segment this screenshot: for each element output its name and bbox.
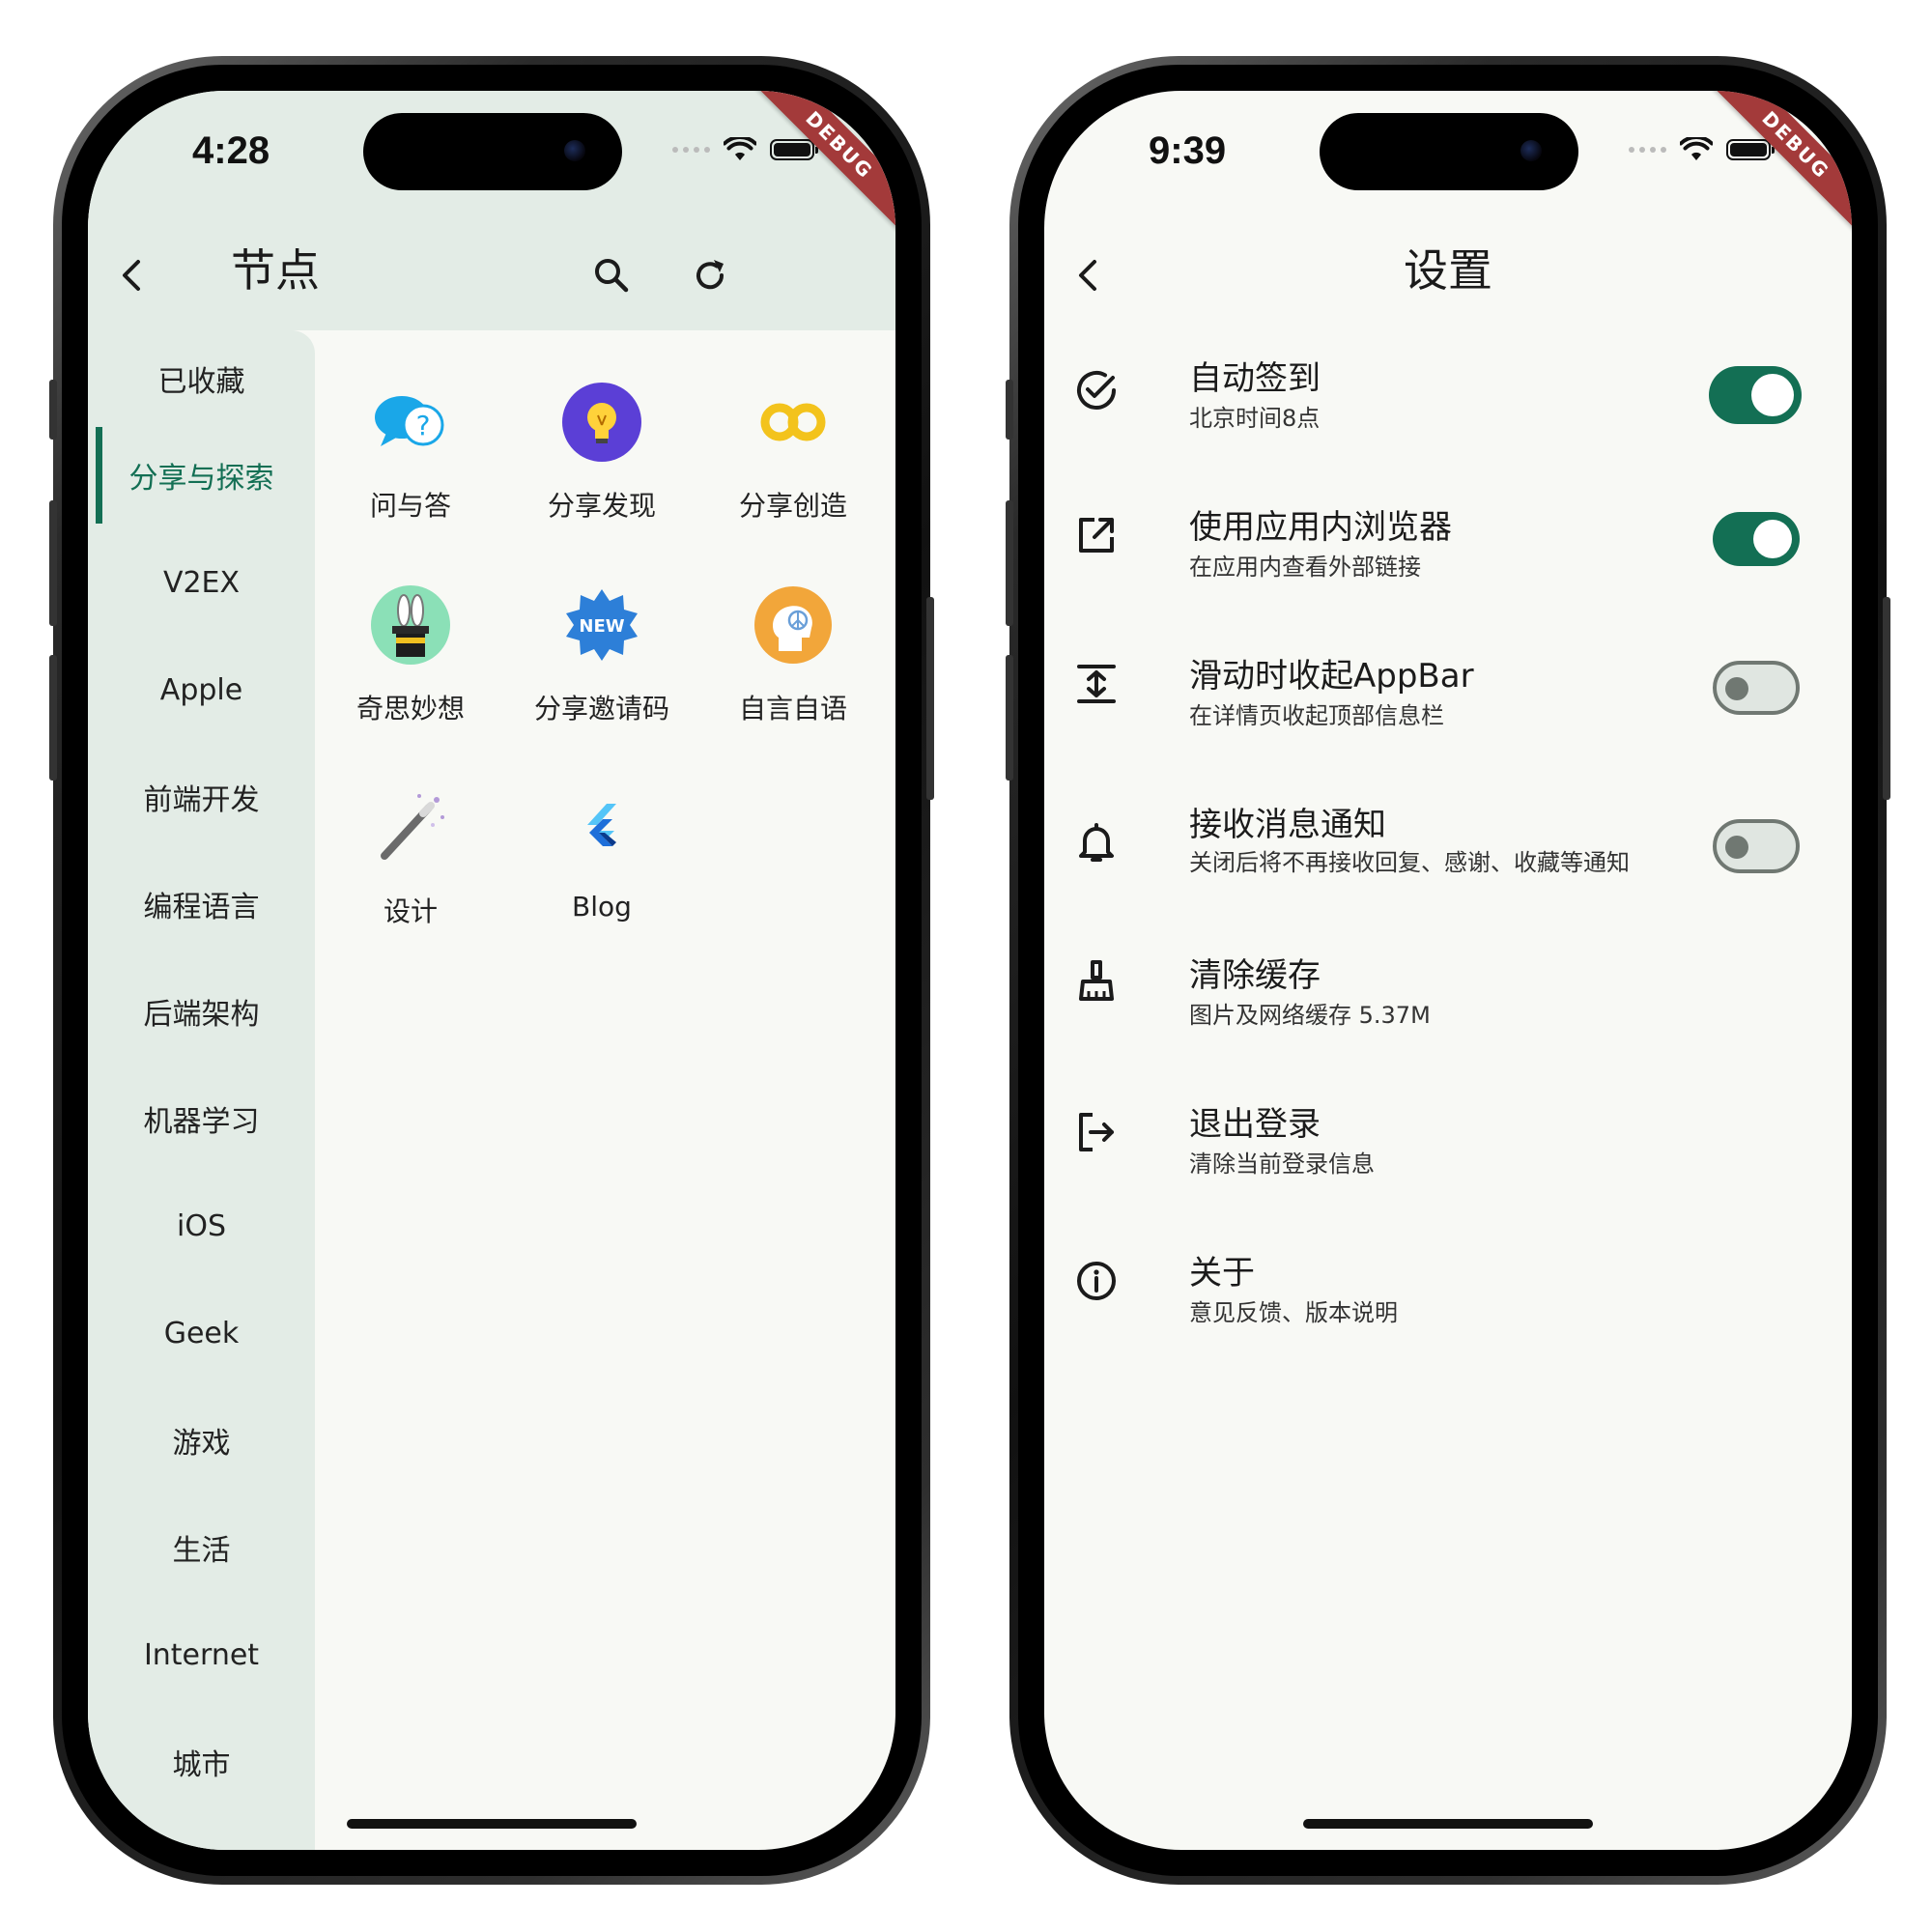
info-icon (1077, 1262, 1116, 1300)
node-label: 分享发现 (547, 490, 656, 522)
svg-text:NEW: NEW (579, 616, 624, 637)
setting-subtitle: 图片及网络缓存 5.37M (1189, 1002, 1431, 1029)
signal-dots-icon (672, 147, 710, 153)
back-arrow-icon (123, 260, 140, 291)
magic-hat-icon (369, 583, 452, 667)
sidebar-item-ios[interactable]: iOS (88, 1178, 315, 1274)
home-indicator[interactable] (1303, 1819, 1593, 1829)
setting-subtitle: 在应用内查看外部链接 (1189, 554, 1421, 581)
setting-row-notifications[interactable]: 接收消息通知 关闭后将不再接收回复、感谢、收藏等通知 (1044, 798, 1852, 914)
node-label: 自言自语 (738, 693, 847, 724)
sidebar-item-backend[interactable]: 后端架构 (88, 963, 315, 1060)
wifi-icon (1680, 137, 1713, 160)
bell-icon (1079, 823, 1114, 862)
node-share-discover[interactable]: 分享发现 (506, 381, 697, 554)
sidebar-item-ml[interactable]: 机器学习 (88, 1070, 315, 1167)
setting-row-collapse-appbar[interactable]: 滑动时收起AppBar 在详情页收起顶部信息栏 (1044, 649, 1852, 755)
collapse-appbar-toggle[interactable] (1713, 661, 1800, 715)
page-title: 设置 (1404, 244, 1492, 297)
setting-row-logout[interactable]: 退出登录 清除当前登录信息 (1044, 1097, 1852, 1204)
setting-row-clear-cache[interactable]: 清除缓存 图片及网络缓存 5.37M (1044, 949, 1852, 1055)
sidebar-item-geek[interactable]: Geek (88, 1285, 315, 1381)
sidebar-item-city[interactable]: 城市 (88, 1714, 315, 1810)
setting-title: 使用应用内浏览器 (1189, 508, 1452, 547)
node-label: 设计 (383, 895, 438, 927)
refresh-icon (696, 260, 724, 290)
qna-bubble-icon: ? (369, 381, 452, 464)
sidebar-item-frontend[interactable]: 前端开发 (88, 749, 315, 845)
battery-icon (770, 139, 818, 160)
auto-checkin-toggle[interactable] (1709, 366, 1802, 424)
in-app-browser-toggle[interactable] (1713, 512, 1800, 566)
node-label: 分享邀请码 (533, 693, 669, 724)
setting-title: 关于 (1189, 1254, 1255, 1293)
sidebar-item-games[interactable]: 游戏 (88, 1392, 315, 1489)
vertical-expand-icon (1077, 665, 1116, 703)
setting-title: 清除缓存 (1189, 956, 1321, 995)
status-time: 4:28 (192, 129, 270, 172)
search-button[interactable] (584, 248, 639, 302)
home-indicator[interactable] (347, 1819, 637, 1829)
sidebar-item-share-explore[interactable]: 分享与探索 (88, 427, 315, 524)
sidebar-item-internet[interactable]: Internet (88, 1606, 315, 1703)
status-icons (672, 137, 818, 162)
page-title: 节点 (231, 244, 320, 297)
refresh-button[interactable] (683, 248, 737, 302)
node-label: 问与答 (369, 490, 451, 522)
sidebar-item-life[interactable]: 生活 (88, 1499, 315, 1596)
phone-frame-left: 4:28 DEBUG 节点 已收藏 分享与探索 V2EX Apple 前端开发 … (49, 56, 934, 1885)
node-invite-code[interactable]: NEW 分享邀请码 (506, 583, 697, 757)
flutter-logo-icon (560, 786, 643, 869)
setting-row-in-app-browser[interactable]: 使用应用内浏览器 在应用内查看外部链接 (1044, 500, 1852, 607)
node-monologue[interactable]: 自言自语 (697, 583, 889, 757)
node-design[interactable]: 设计 (315, 786, 506, 960)
setting-subtitle: 北京时间8点 (1189, 405, 1321, 432)
node-qna[interactable]: ? 问与答 (315, 381, 506, 554)
setting-title: 退出登录 (1189, 1105, 1321, 1144)
sidebar-item-favorites[interactable]: 已收藏 (88, 330, 315, 427)
magic-wand-icon (369, 786, 452, 869)
battery-icon (1726, 139, 1775, 160)
setting-subtitle: 清除当前登录信息 (1189, 1151, 1375, 1178)
infinity-icon (752, 381, 835, 464)
sidebar-item-v2ex[interactable]: V2EX (88, 534, 315, 631)
setting-title: 接收消息通知 (1189, 806, 1386, 844)
setting-subtitle: 意见反馈、版本说明 (1189, 1299, 1398, 1326)
node-label: 奇思妙想 (355, 693, 465, 724)
setting-subtitle: 关闭后将不再接收回复、感谢、收藏等通知 (1189, 849, 1630, 876)
status-icons (1629, 137, 1775, 162)
setting-row-auto-checkin[interactable]: 自动签到 北京时间8点 (1044, 352, 1852, 458)
back-button[interactable] (105, 248, 159, 302)
sidebar-item-programming[interactable]: 编程语言 (88, 856, 315, 952)
phone-frame-right: 9:39 DEBUG 设置 自动签到 北京时间8点 使用应用内浏览器 在应用内查… (1006, 56, 1890, 1885)
lightbulb-icon (560, 381, 643, 464)
setting-title: 自动签到 (1189, 359, 1321, 398)
svg-text:?: ? (416, 410, 431, 441)
search-icon (595, 259, 629, 293)
new-badge-icon: NEW (560, 583, 643, 667)
wifi-icon (724, 137, 756, 160)
notifications-toggle[interactable] (1713, 819, 1800, 873)
dynamic-island (1320, 113, 1578, 190)
thinking-head-icon (752, 583, 835, 667)
node-label: Blog (572, 891, 632, 923)
signal-dots-icon (1629, 147, 1666, 153)
node-wild-ideas[interactable]: 奇思妙想 (315, 583, 506, 757)
dynamic-island (363, 113, 622, 190)
check-circle-icon (1077, 371, 1116, 410)
setting-title: 滑动时收起AppBar (1189, 657, 1474, 696)
open-external-icon (1079, 518, 1114, 553)
nodes-screen: 4:28 DEBUG 节点 已收藏 分享与探索 V2EX Apple 前端开发 … (88, 91, 895, 1850)
node-blog[interactable]: Blog (506, 786, 697, 960)
logout-icon (1079, 1113, 1114, 1151)
node-share-create[interactable]: 分享创造 (697, 381, 889, 554)
broom-icon (1079, 960, 1114, 1001)
setting-subtitle: 在详情页收起顶部信息栏 (1189, 702, 1444, 729)
setting-row-about[interactable]: 关于 意见反馈、版本说明 (1044, 1246, 1852, 1352)
settings-screen: 9:39 DEBUG 设置 自动签到 北京时间8点 使用应用内浏览器 在应用内查… (1044, 91, 1852, 1850)
status-time: 9:39 (1149, 129, 1227, 172)
sidebar-item-apple[interactable]: Apple (88, 641, 315, 738)
node-label: 分享创造 (738, 490, 847, 522)
